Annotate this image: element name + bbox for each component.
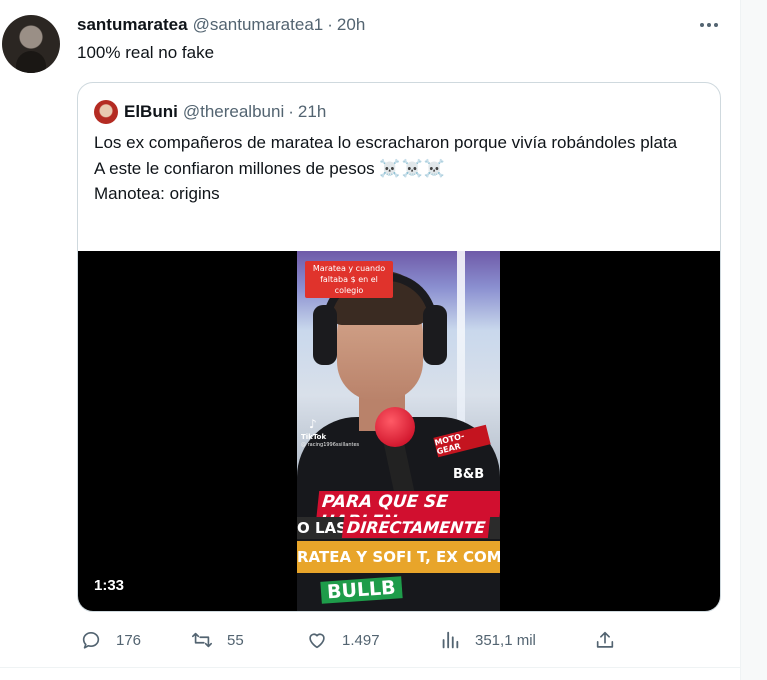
views-count: 351,1 mil bbox=[475, 631, 536, 649]
video-frame: MOTO-GEAR B&B Maratea y cuando faltaba $… bbox=[297, 251, 500, 611]
quoted-line-2-text: A este le confiaron millones de pesos bbox=[94, 158, 375, 178]
tiktok-icon: ♪ bbox=[309, 417, 317, 431]
tweet-text: 100% real no fake bbox=[77, 43, 215, 62]
quoted-line-3: Manotea: origins bbox=[94, 184, 220, 203]
tiktok-label: TikTok bbox=[301, 433, 327, 441]
tiktok-user: @ racing1996ssillantes bbox=[301, 442, 360, 448]
tweet-time[interactable]: 20h bbox=[337, 15, 365, 35]
side-panel bbox=[741, 0, 767, 680]
quoted-header: ElBuni @therealbuni · 21h bbox=[124, 100, 326, 124]
author-avatar[interactable] bbox=[2, 15, 60, 73]
tweet-bottom-divider bbox=[0, 667, 740, 668]
video-player[interactable]: MOTO-GEAR B&B Maratea y cuando faltaba $… bbox=[78, 251, 720, 611]
headphone-left bbox=[313, 305, 337, 365]
retweet-count: 55 bbox=[227, 631, 244, 649]
caption-bottom: RATEA Y SOFI T, EX COMPA bbox=[297, 541, 500, 573]
action-bar: 176 55 1.497 351,1 mil bbox=[77, 626, 717, 654]
share-button[interactable] bbox=[591, 626, 619, 654]
header-separator: · bbox=[327, 15, 333, 34]
like-button[interactable]: 1.497 bbox=[303, 626, 380, 654]
retweet-button[interactable]: 55 bbox=[188, 626, 244, 654]
like-count: 1.497 bbox=[342, 631, 380, 649]
quoted-author-avatar[interactable] bbox=[94, 100, 118, 124]
views-icon bbox=[436, 626, 464, 654]
quoted-author-name[interactable]: ElBuni bbox=[124, 102, 178, 122]
skull-emojis: ☠️☠️☠️ bbox=[379, 158, 446, 178]
quoted-line-2: A este le confiaron millones de pesos ☠️… bbox=[94, 156, 704, 182]
like-icon bbox=[303, 626, 331, 654]
quoted-time[interactable]: 21h bbox=[298, 102, 326, 122]
tweet-header: santumaratea @santumaratea1 · 20h bbox=[77, 14, 365, 36]
quoted-author-handle[interactable]: @therealbuni bbox=[183, 102, 284, 122]
author-name[interactable]: santumaratea bbox=[77, 15, 188, 35]
caption-middle: DIRECTAMENTE bbox=[341, 517, 491, 538]
reply-count: 176 bbox=[116, 631, 142, 649]
quoted-line-1: Los ex compañeros de maratea lo escracha… bbox=[94, 133, 678, 152]
retweet-icon bbox=[188, 626, 216, 654]
caption-left: O LAS bbox=[297, 519, 347, 537]
quoted-tweet[interactable]: ElBuni @therealbuni · 21h Los ex compañe… bbox=[77, 82, 721, 612]
video-duration: 1:33 bbox=[88, 575, 131, 596]
quoted-separator: · bbox=[288, 102, 294, 121]
share-icon bbox=[591, 626, 619, 654]
reply-icon bbox=[77, 626, 105, 654]
more-icon[interactable] bbox=[696, 14, 722, 36]
reply-button[interactable]: 176 bbox=[77, 626, 141, 654]
sponsor-logo: B&B bbox=[453, 467, 485, 482]
microphone bbox=[375, 407, 415, 447]
author-handle[interactable]: @santumaratea1 bbox=[193, 15, 324, 35]
views-button[interactable]: 351,1 mil bbox=[436, 626, 536, 654]
video-sticker: Maratea y cuando faltaba $ en el colegio bbox=[305, 261, 393, 298]
quoted-text: Los ex compañeros de maratea lo escracha… bbox=[94, 130, 704, 207]
headphone-right bbox=[423, 305, 447, 365]
